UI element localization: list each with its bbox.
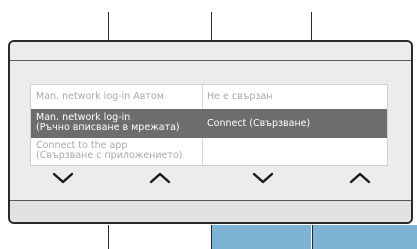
top-divider-1 <box>108 12 109 40</box>
bottom-tab-strip <box>0 225 417 249</box>
menu-row-manual-login[interactable]: Man. network log-in (Ръчно вписване в мр… <box>31 109 387 138</box>
menu-row-label: Connect to the app (Свързване с приложен… <box>36 141 198 161</box>
menu-row-action: Connect (Свързване) <box>207 118 311 129</box>
network-menu-list: Man. network log-in Автом Не е свързан M… <box>30 84 388 166</box>
panel-header <box>10 42 411 60</box>
top-divider-3 <box>311 12 312 40</box>
chevron-up-icon <box>349 172 371 184</box>
menu-row-status: Не е свързан <box>207 91 273 102</box>
bottom-tab-highlight-2[interactable] <box>313 225 417 249</box>
bottom-tab-highlight-1[interactable] <box>212 225 311 249</box>
menu-row-label: Man. network log-in (Ръчно вписване в мр… <box>36 113 198 133</box>
bottom-divider-3 <box>312 225 313 249</box>
panel-divider <box>10 60 411 61</box>
network-settings-panel: Man. network log-in Автом Не е свързан M… <box>8 40 413 224</box>
chevron-down-icon <box>252 172 274 184</box>
bottom-divider-1 <box>108 225 109 249</box>
menu-row-connect-app[interactable]: Connect to the app (Свързване с приложен… <box>31 138 387 166</box>
chevron-down-icon <box>52 172 74 184</box>
top-divider-2 <box>211 12 212 40</box>
bottom-divider-2 <box>211 225 212 249</box>
next-down-button[interactable] <box>243 168 283 188</box>
menu-row-auto-login[interactable]: Man. network log-in Автом Не е свързан <box>31 85 387 108</box>
chevron-up-icon <box>149 172 171 184</box>
menu-row-label-line2: (Ръчно вписване в мрежата) <box>36 122 180 133</box>
next-up-button[interactable] <box>340 168 380 188</box>
panel-footer <box>10 201 411 222</box>
scroll-down-button[interactable] <box>43 168 83 188</box>
menu-row-label-line2: (Свързване с приложението) <box>36 150 183 161</box>
menu-row-label: Man. network log-in Автом <box>36 91 164 102</box>
top-tab-strip <box>0 0 417 40</box>
scroll-up-button[interactable] <box>140 168 180 188</box>
